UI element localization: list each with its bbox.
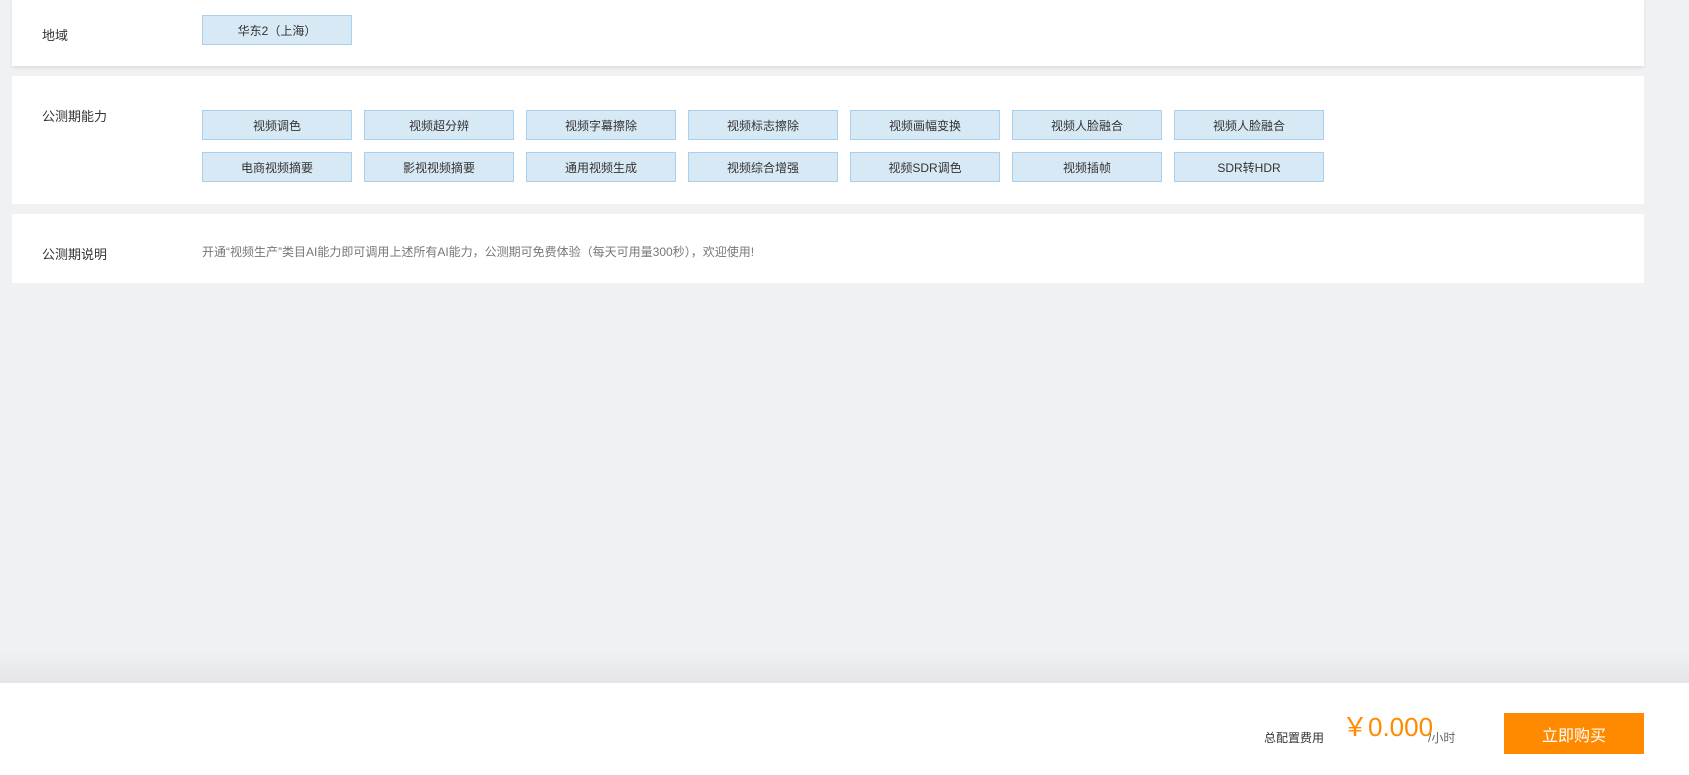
ability-option[interactable]: 通用视频生成 (526, 152, 676, 182)
ability-option[interactable]: 视频超分辨 (364, 110, 514, 140)
price-unit: /小时 (1428, 731, 1456, 745)
footer-shadow (0, 650, 1689, 683)
abilities-label: 公测期能力 (42, 109, 108, 124)
ability-option[interactable]: 视频调色 (202, 110, 352, 140)
region-section: 地域 华东2（上海） (12, 0, 1644, 66)
ability-option[interactable]: 视频综合增强 (688, 152, 838, 182)
notice-section: 公测期说明 开通“视频生产”类目AI能力即可调用上述所有AI能力，公测期可免费体… (12, 214, 1644, 283)
ability-option[interactable]: 视频字幕擦除 (526, 110, 676, 140)
abilities-section: 公测期能力 视频调色 视频超分辨 视频字幕擦除 视频标志擦除 视频画幅变换 视频… (12, 76, 1644, 204)
ability-option[interactable]: 视频画幅变换 (850, 110, 1000, 140)
abilities-options: 视频调色 视频超分辨 视频字幕擦除 视频标志擦除 视频画幅变换 视频人脸融合 视… (202, 110, 1342, 182)
ability-option[interactable]: 电商视频摘要 (202, 152, 352, 182)
ability-option[interactable]: 视频人脸融合 (1012, 110, 1162, 140)
ability-option[interactable]: 影视视频摘要 (364, 152, 514, 182)
total-cost-label: 总配置费用 (1264, 731, 1325, 745)
ability-option[interactable]: 视频标志擦除 (688, 110, 838, 140)
ability-option[interactable]: 视频插帧 (1012, 152, 1162, 182)
ability-option[interactable]: SDR转HDR (1174, 152, 1324, 182)
notice-label: 公测期说明 (42, 247, 108, 262)
region-label: 地域 (42, 28, 69, 43)
buy-now-button[interactable]: 立即购买 (1504, 713, 1644, 754)
notice-text: 开通“视频生产”类目AI能力即可调用上述所有AI能力，公测期可免费体验（每天可用… (202, 245, 755, 259)
region-option-shanghai[interactable]: 华东2（上海） (202, 15, 352, 45)
total-price: ￥0.000 (1342, 712, 1434, 742)
ability-option[interactable]: 视频SDR调色 (850, 152, 1000, 182)
purchase-footer: 总配置费用 ￥0.000 /小时 立即购买 (0, 683, 1689, 775)
ability-option[interactable]: 视频人脸融合 (1174, 110, 1324, 140)
